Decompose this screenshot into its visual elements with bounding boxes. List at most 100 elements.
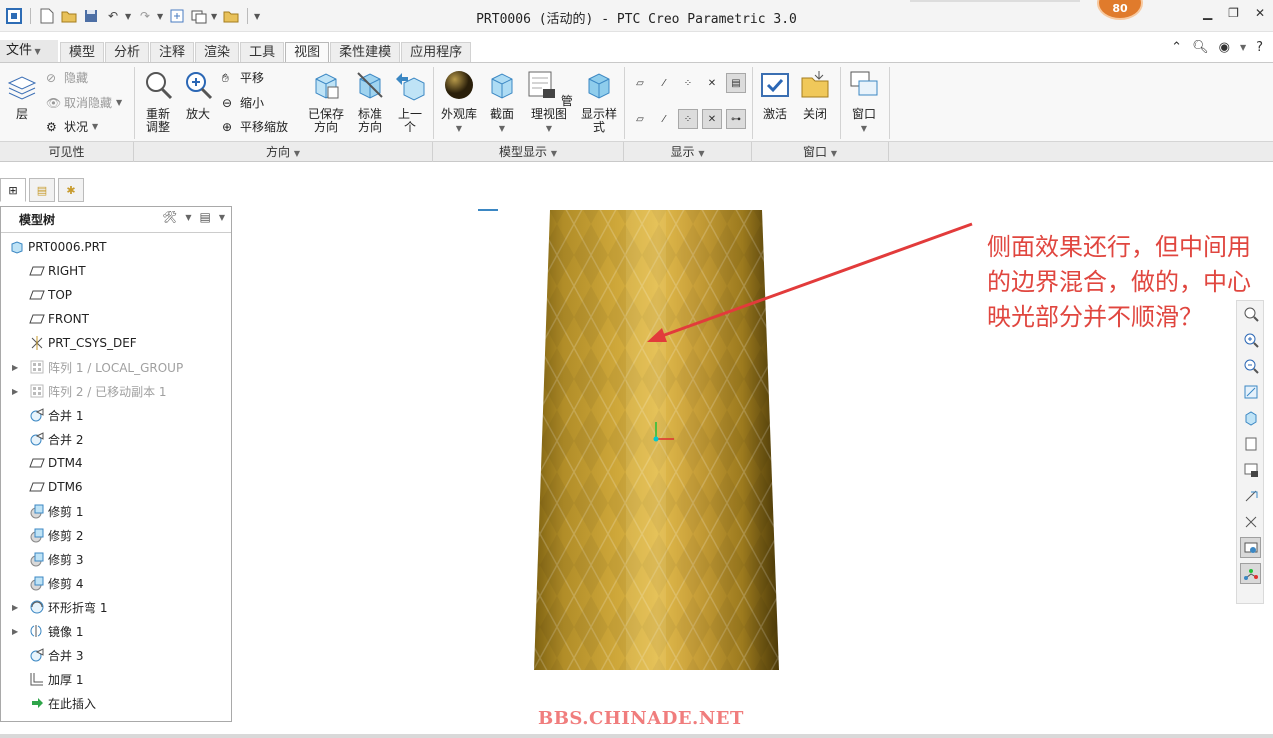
community-dropdown-icon[interactable]: ▼ xyxy=(1240,43,1246,52)
minimize-icon[interactable]: ▁ xyxy=(1203,6,1212,20)
tree-node-label: 修剪 3 xyxy=(48,552,84,567)
layers-button[interactable]: 层 xyxy=(4,69,40,121)
close-label: 关闭 xyxy=(802,107,827,121)
point-tag-toggle[interactable]: ⁘ xyxy=(678,109,698,129)
csys-tag-toggle[interactable]: ✕ xyxy=(702,109,722,129)
appearance-gallery-button[interactable]: 外观库 ▼ xyxy=(438,69,480,135)
windows-button[interactable]: 窗口 ▼ xyxy=(846,69,882,135)
previous-view-button[interactable]: 上一 个 xyxy=(392,69,428,134)
collapse-ribbon-icon[interactable]: ⌃ xyxy=(1171,40,1182,55)
windows-label: 窗口 xyxy=(851,107,876,121)
pan-button[interactable]: ✋︎ 平移 xyxy=(222,69,264,86)
tree-node[interactable]: ▶ 阵列 2 / 已移动副本 1 xyxy=(12,381,167,401)
expand-arrow-icon[interactable]: ▶ xyxy=(12,627,18,636)
csys-display-toggle[interactable]: ✕ xyxy=(702,73,722,93)
repaint-icon[interactable] xyxy=(1240,381,1261,402)
restore-icon[interactable]: ❐ xyxy=(1228,6,1239,20)
tab-0[interactable]: 模型 xyxy=(60,42,105,62)
tree-node[interactable]: TOP xyxy=(29,285,72,305)
axis-tag-toggle[interactable]: ⁄ xyxy=(654,109,674,129)
tree-node[interactable]: 修剪 2 xyxy=(29,525,83,545)
datum-plane-icon xyxy=(29,455,45,471)
tree-node[interactable]: 合并 3 xyxy=(29,645,83,665)
file-menu-label: 文件 xyxy=(6,43,33,58)
annotation-display-toggle[interactable]: ▤ xyxy=(726,73,746,93)
community-icon[interactable]: ◉ xyxy=(1219,40,1230,55)
model-tree-tab[interactable]: ⊞ xyxy=(0,178,26,202)
tab-2[interactable]: 注释 xyxy=(150,42,195,62)
tab-5[interactable]: 视图 xyxy=(285,42,330,64)
tree-node-label: PRT_CSYS_DEF xyxy=(48,336,137,350)
manage-views-icon-view[interactable] xyxy=(1240,433,1261,454)
refit-icon xyxy=(146,72,173,100)
tree-node[interactable]: PRT_CSYS_DEF xyxy=(29,333,137,353)
tab-3[interactable]: 渲染 xyxy=(195,42,240,62)
search-icon[interactable]: 🔍︎ xyxy=(1192,40,1209,55)
tree-node[interactable]: ▶ 环形折弯 1 xyxy=(12,597,107,617)
tree-node[interactable]: DTM4 xyxy=(29,453,83,473)
tree-filters-icon[interactable]: ▤ xyxy=(200,210,211,224)
file-menu[interactable]: 文件 ▼ xyxy=(0,40,58,62)
tree-node[interactable]: 修剪 3 xyxy=(29,549,83,569)
tree-node[interactable]: 修剪 4 xyxy=(29,573,83,593)
close-icon[interactable]: ✕ xyxy=(1255,6,1265,20)
unhide-button[interactable]: 👁︎ 取消隐藏 ▼ xyxy=(46,94,122,111)
group-window[interactable]: 窗口 ▼ xyxy=(752,142,889,162)
tree-node[interactable]: 加厚 1 xyxy=(29,669,83,689)
tree-node[interactable]: 合并 1 xyxy=(29,405,83,425)
tree-node-label: TOP xyxy=(48,288,73,302)
tree-node[interactable]: FRONT xyxy=(29,309,89,329)
plane-display-toggle[interactable]: ▱ xyxy=(630,73,650,93)
tree-node[interactable]: 修剪 1 xyxy=(29,501,83,521)
help-icon[interactable]: ? xyxy=(1256,40,1263,55)
plane-tag-toggle[interactable]: ▱ xyxy=(630,109,650,129)
saved-orientations-icon xyxy=(315,73,339,99)
annotation-toggle-icon[interactable] xyxy=(1240,537,1261,558)
standard-orientation-button[interactable]: 标准 方向 xyxy=(352,69,388,134)
manage-views-button[interactable]: 管理视图 ▼ xyxy=(522,69,576,135)
spin-center-toggle-icon[interactable] xyxy=(1240,563,1261,584)
zoom-in-button[interactable]: 放大 xyxy=(180,69,216,121)
datum-display-icon[interactable] xyxy=(1240,485,1261,506)
expand-arrow-icon[interactable]: ▶ xyxy=(12,603,18,612)
folder-browser-tab[interactable]: ▤ xyxy=(29,178,55,202)
tab-1[interactable]: 分析 xyxy=(105,42,150,62)
tree-node[interactable]: ▶ 阵列 1 / LOCAL_GROUP xyxy=(12,357,183,377)
activate-button[interactable]: 激活 xyxy=(758,69,792,121)
tab-6[interactable]: 柔性建模 xyxy=(330,42,401,62)
close-button[interactable]: 关闭 xyxy=(798,69,832,121)
status-button[interactable]: ⚙︎ 状况 ▼ xyxy=(46,118,98,135)
csys-toggle-icon[interactable] xyxy=(1240,511,1261,532)
group-model-display[interactable]: 模型显示 ▼ xyxy=(433,142,624,162)
pan-zoom-button[interactable]: ⊕ 平移缩放 xyxy=(222,118,288,135)
display-style-label: 显示样 式 xyxy=(580,107,617,134)
group-show[interactable]: 显示 ▼ xyxy=(624,142,752,162)
saved-orientations-icon-view[interactable] xyxy=(1240,407,1261,428)
zoom-out-button[interactable]: ⊖ 缩小 xyxy=(222,94,264,111)
point-display-toggle[interactable]: ⁘ xyxy=(678,73,698,93)
tree-node[interactable]: 在此插入 xyxy=(29,693,96,713)
section-button[interactable]: 截面 ▼ xyxy=(484,69,520,135)
favorites-tab[interactable]: ✱ xyxy=(58,178,84,202)
tree-settings-icon[interactable]: 🛠︎ xyxy=(162,210,177,224)
tree-node[interactable]: ▶ 镜像 1 xyxy=(12,621,83,641)
group-orientation[interactable]: 方向 ▼ xyxy=(134,142,433,162)
hide-button[interactable]: ⊘ 隐藏 xyxy=(46,69,88,86)
tab-4[interactable]: 工具 xyxy=(240,42,285,62)
pattern-icon xyxy=(29,383,45,399)
display-style-button[interactable]: 显示样 式 xyxy=(578,69,620,134)
zoom-out-icon-view[interactable] xyxy=(1240,355,1261,376)
refit-button[interactable]: 重新 调整 xyxy=(140,69,176,134)
tree-node[interactable]: 合并 2 xyxy=(29,429,83,449)
saved-orientations-button[interactable]: 已保存 方向 xyxy=(306,69,346,134)
expand-arrow-icon[interactable]: ▶ xyxy=(12,387,18,396)
tree-node[interactable]: DTM6 xyxy=(29,477,83,497)
expand-arrow-icon[interactable]: ▶ xyxy=(12,363,18,372)
tree-node[interactable]: PRT0006.PRT xyxy=(9,237,106,257)
toroidal-bend-icon xyxy=(29,599,45,615)
tree-node[interactable]: RIGHT xyxy=(29,261,86,281)
spin-center-toggle[interactable]: ⊶ xyxy=(726,109,746,129)
view-manager-icon[interactable] xyxy=(1240,459,1261,480)
axis-display-toggle[interactable]: ⁄ xyxy=(654,73,674,93)
tab-7[interactable]: 应用程序 xyxy=(401,42,472,62)
